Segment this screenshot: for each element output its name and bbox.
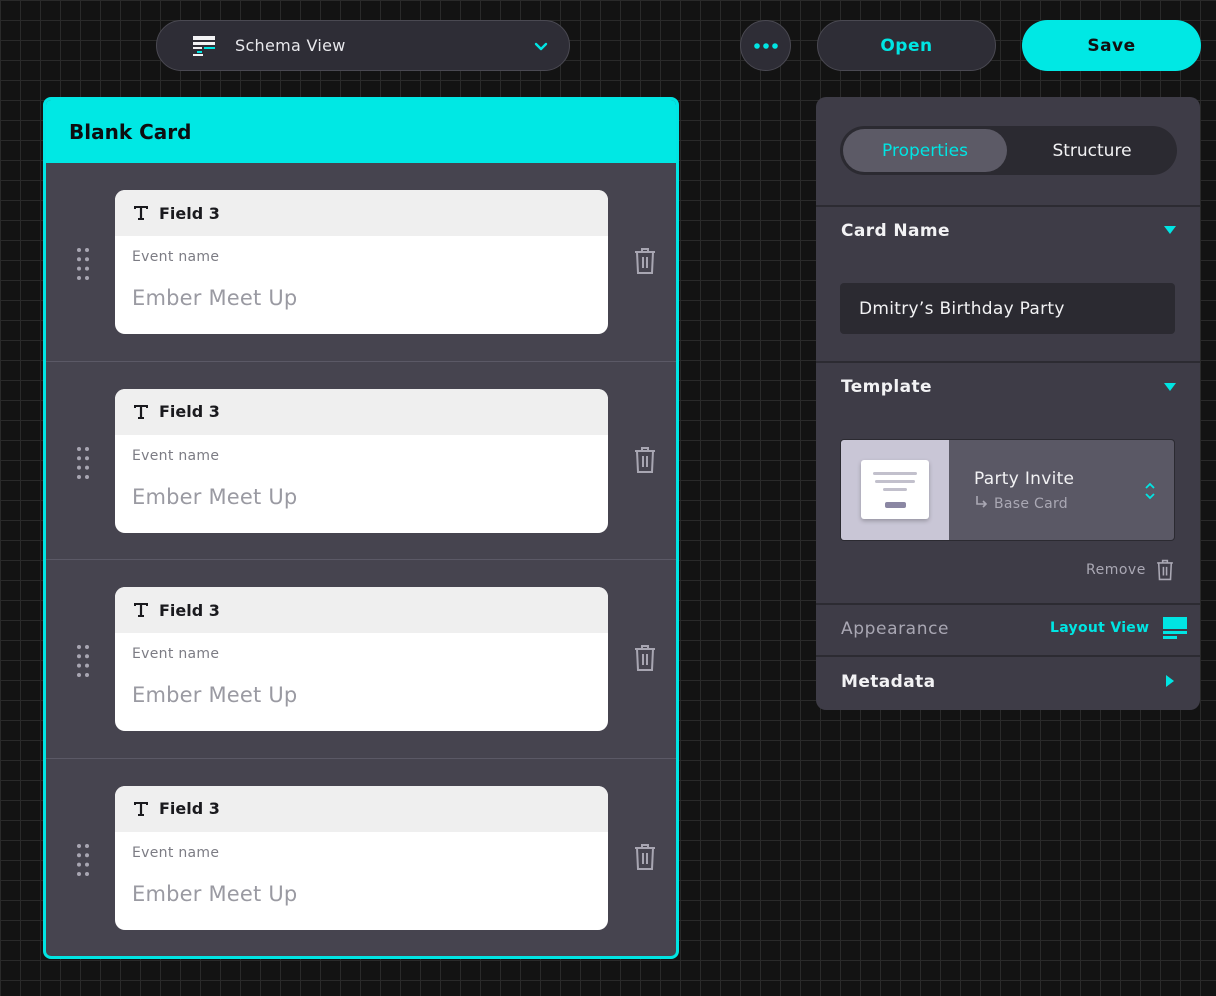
field-row: Field 3 Event name Ember Meet Up [46, 163, 676, 362]
stepper-icon[interactable] [1144, 480, 1156, 502]
field-type-label: Field 3 [159, 799, 220, 818]
save-button[interactable]: Save [1022, 20, 1201, 71]
field-label: Event name [132, 844, 220, 861]
text-type-icon [133, 205, 149, 221]
appearance-section-title[interactable]: Appearance [841, 619, 949, 639]
field-label: Event name [132, 447, 220, 464]
return-arrow-icon [974, 495, 988, 513]
triangle-down-icon[interactable] [1164, 383, 1176, 391]
field-header: Field 3 [115, 388, 608, 435]
trash-icon[interactable] [634, 446, 656, 474]
card-name-input[interactable] [840, 283, 1175, 334]
properties-panel: Properties Structure Card Name Template … [816, 97, 1200, 710]
layout-view-label: Layout View [1050, 620, 1150, 636]
tab-properties[interactable]: Properties [843, 129, 1007, 172]
template-base: Base Card [974, 495, 1068, 513]
field-card[interactable]: Field 3 Event name Ember Meet Up [115, 190, 608, 334]
field-placeholder[interactable]: Ember Meet Up [132, 683, 297, 707]
field-card[interactable]: Field 3 Event name Ember Meet Up [115, 587, 608, 731]
template-section-title[interactable]: Template [841, 377, 932, 397]
remove-template-button[interactable]: Remove [1086, 559, 1174, 581]
layout-view-link[interactable]: Layout View [1050, 616, 1188, 640]
field-row: Field 3 Event name Ember Meet Up [46, 560, 676, 759]
card-editor: Blank Card Field 3 Event name Ember Meet [43, 97, 679, 959]
field-label: Event name [132, 646, 220, 662]
field-row: Field 3 Event name Ember Meet Up [46, 759, 676, 957]
metadata-section-title[interactable]: Metadata [841, 672, 935, 692]
divider [816, 361, 1200, 363]
triangle-down-icon[interactable] [1164, 226, 1176, 234]
field-placeholder[interactable]: Ember Meet Up [132, 882, 297, 906]
more-options-button[interactable] [740, 20, 791, 71]
more-icon [753, 42, 778, 49]
text-type-icon [133, 801, 149, 817]
view-select[interactable]: Schema View [156, 20, 570, 71]
trash-icon[interactable] [634, 644, 656, 672]
card-name-section-title[interactable]: Card Name [841, 221, 950, 241]
field-type-label: Field 3 [159, 402, 220, 421]
open-button[interactable]: Open [817, 20, 996, 71]
template-name: Party Invite [974, 469, 1075, 489]
chevron-down-icon [534, 42, 548, 51]
schema-icon [191, 35, 217, 57]
template-thumbnail [841, 440, 949, 540]
divider [816, 655, 1200, 657]
drag-handle-icon[interactable] [76, 843, 90, 877]
text-type-icon [133, 404, 149, 420]
remove-label: Remove [1086, 562, 1146, 578]
text-type-icon [133, 602, 149, 618]
drag-handle-icon[interactable] [76, 446, 90, 480]
triangle-right-icon[interactable] [1166, 675, 1174, 687]
divider [816, 603, 1200, 605]
field-type-label: Field 3 [159, 203, 220, 223]
divider [816, 205, 1200, 207]
thumbnail-page [861, 460, 929, 519]
trash-icon[interactable] [634, 247, 656, 275]
field-header: Field 3 [115, 785, 608, 832]
tab-structure[interactable]: Structure [1010, 129, 1174, 172]
drag-handle-icon[interactable] [76, 247, 90, 281]
field-type-label: Field 3 [159, 600, 220, 620]
field-label: Event name [132, 249, 220, 265]
drag-handle-icon[interactable] [76, 644, 90, 678]
template-select[interactable]: Party Invite Base Card [840, 439, 1175, 541]
card-title: Blank Card [46, 100, 676, 163]
field-placeholder[interactable]: Ember Meet Up [132, 286, 297, 310]
field-row: Field 3 Event name Ember Meet Up [46, 362, 676, 560]
view-select-value: Schema View [235, 36, 346, 55]
trash-icon [1156, 559, 1173, 581]
trash-icon[interactable] [634, 843, 656, 871]
layout-view-icon [1163, 617, 1188, 639]
field-card[interactable]: Field 3 Event name Ember Meet Up [115, 785, 608, 930]
field-header: Field 3 [115, 190, 608, 236]
template-base-label: Base Card [994, 496, 1068, 512]
field-header: Field 3 [115, 587, 608, 633]
field-placeholder[interactable]: Ember Meet Up [132, 485, 297, 509]
panel-tabs: Properties Structure [840, 126, 1177, 175]
field-card[interactable]: Field 3 Event name Ember Meet Up [115, 388, 608, 533]
